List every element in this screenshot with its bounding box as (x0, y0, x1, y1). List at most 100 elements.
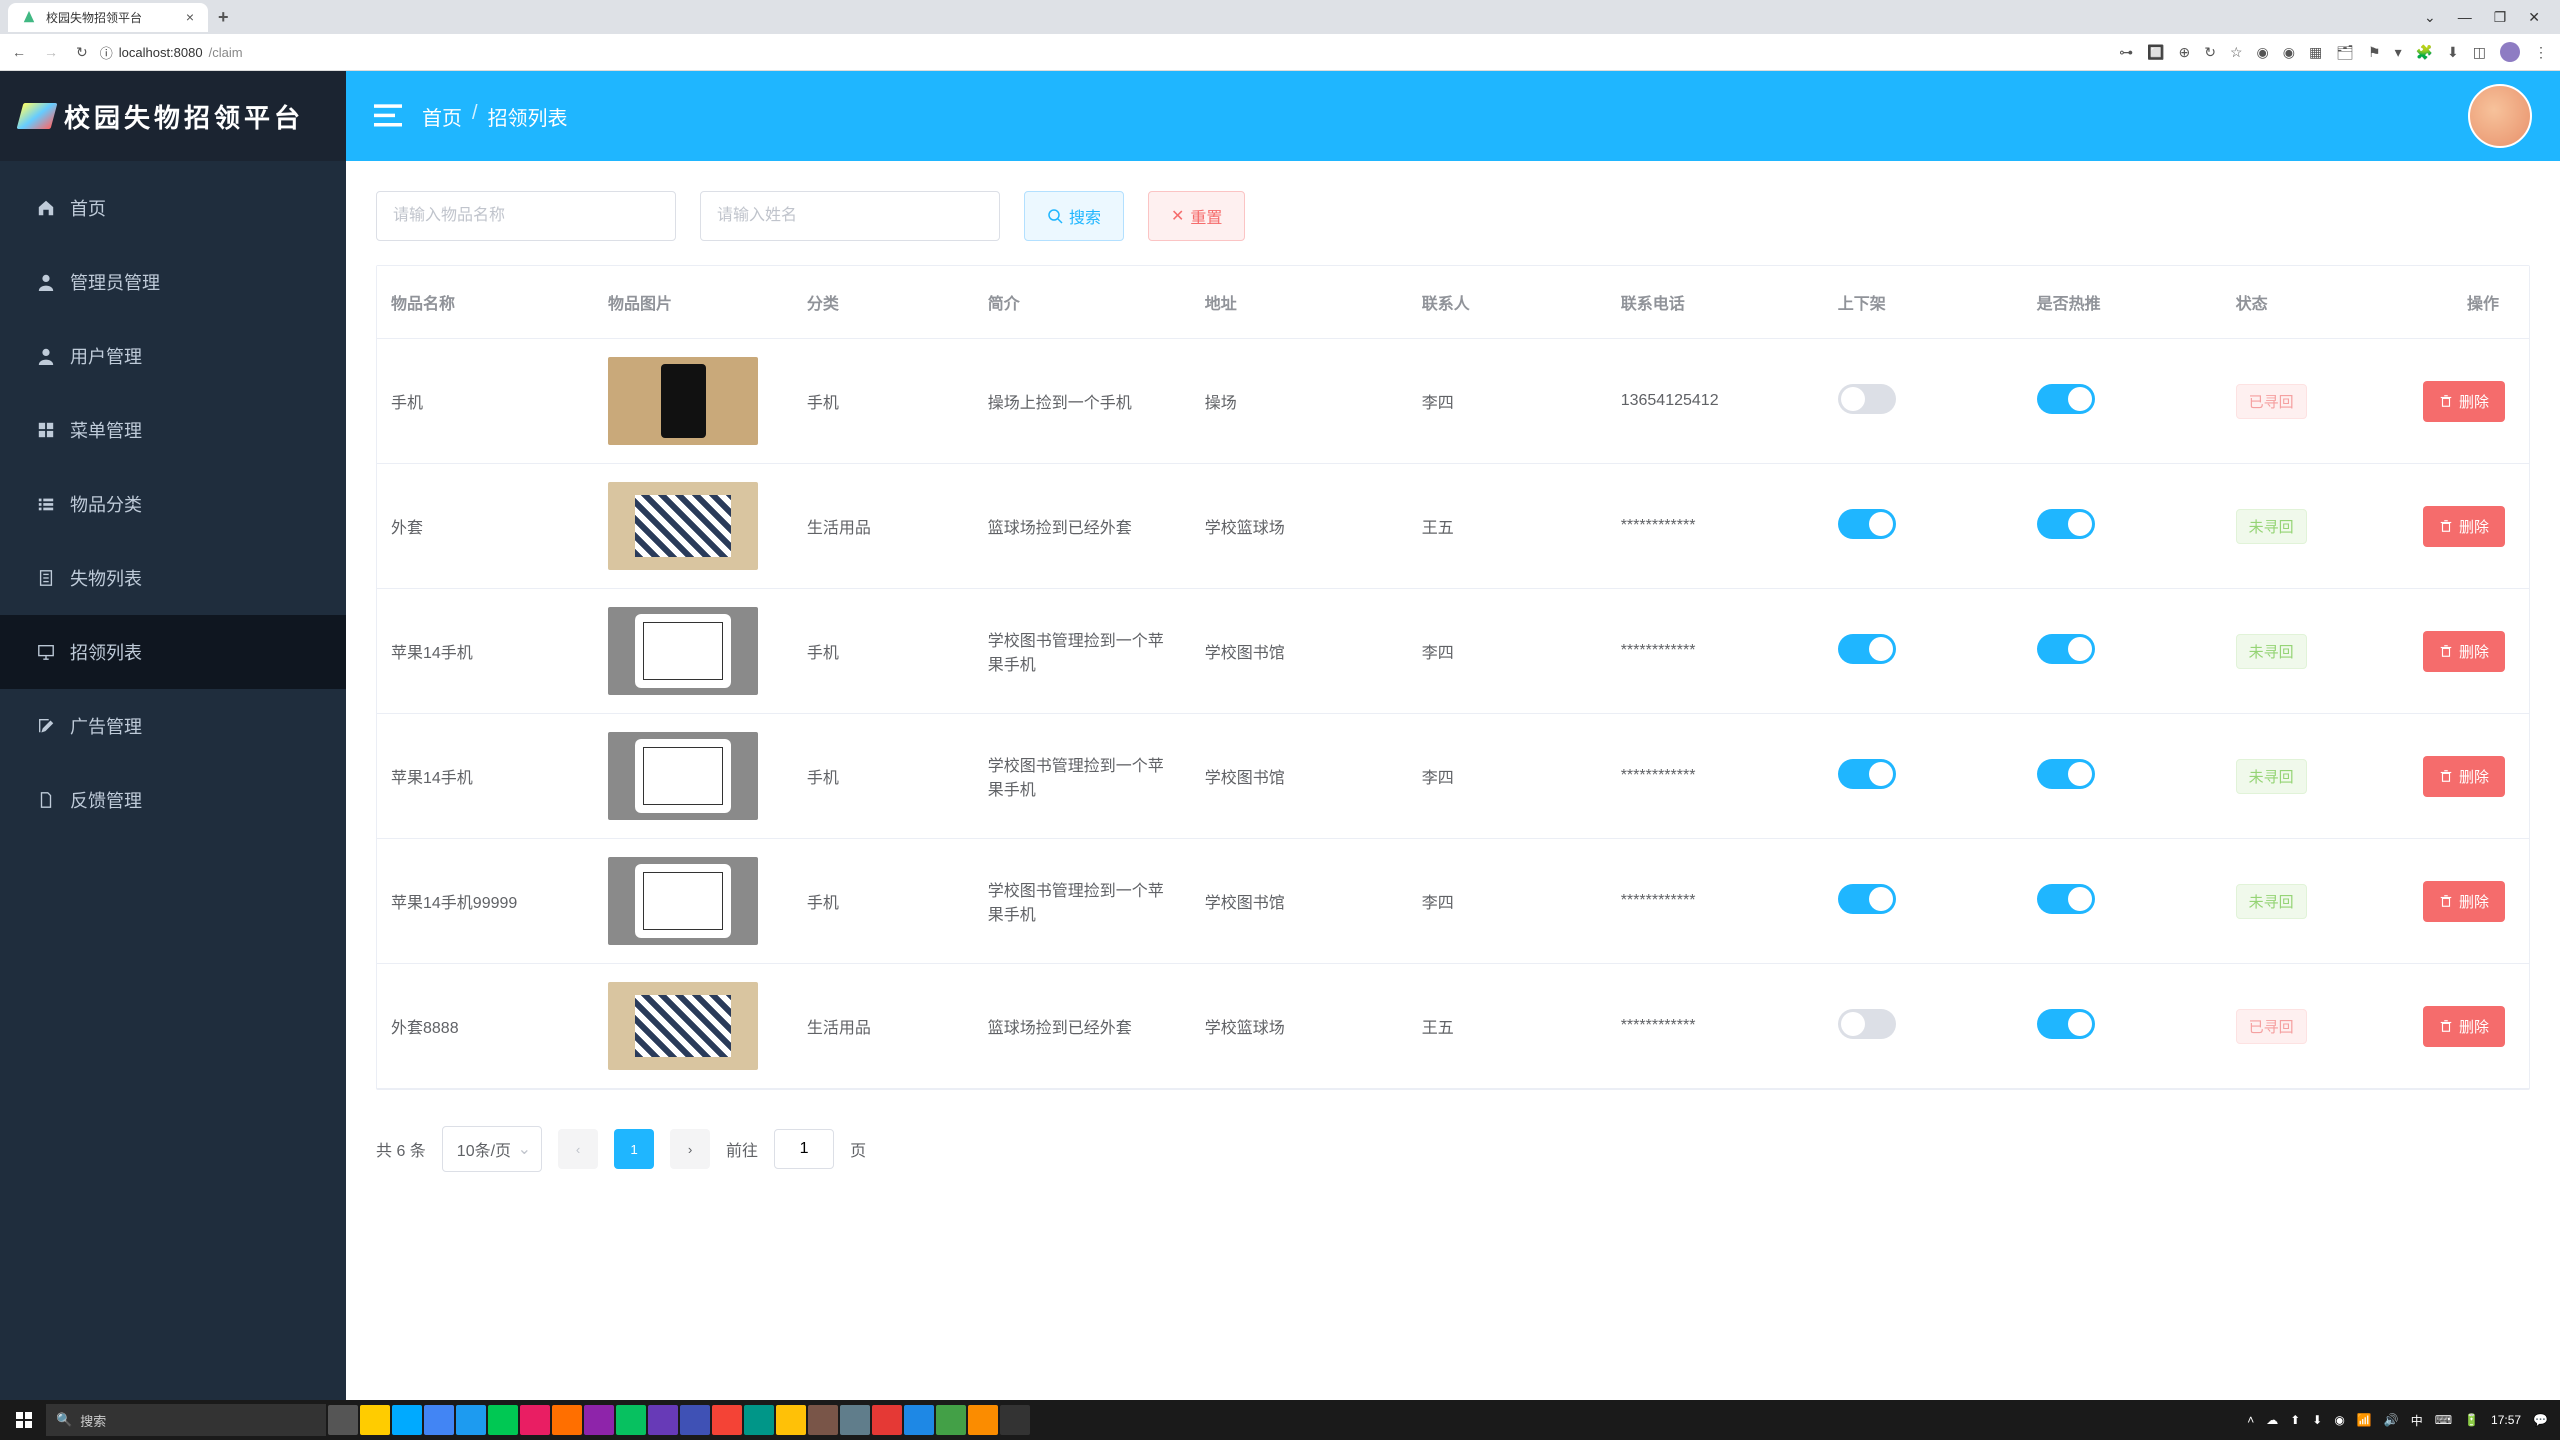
tray-icon[interactable]: ☁ (2266, 1413, 2278, 1427)
updown-switch[interactable] (1838, 884, 1896, 914)
taskbar-app-icon[interactable] (712, 1405, 742, 1435)
ext-icon[interactable]: ▾ (2395, 44, 2402, 61)
taskbar-app-icon[interactable] (936, 1405, 966, 1435)
tray-icon[interactable]: ˄ (2247, 1413, 2254, 1427)
prev-page-button[interactable]: ‹ (558, 1129, 598, 1169)
delete-button[interactable]: 删除 (2423, 881, 2505, 922)
taskbar-app-icon[interactable] (584, 1405, 614, 1435)
tray-icon[interactable]: ⬆ (2290, 1413, 2300, 1427)
taskbar-app-icon[interactable] (328, 1405, 358, 1435)
taskbar-app-icon[interactable] (488, 1405, 518, 1435)
back-icon[interactable]: ← (12, 44, 26, 61)
hot-switch[interactable] (2037, 384, 2095, 414)
avatar[interactable] (2468, 84, 2532, 148)
tray-icon[interactable]: ◉ (2334, 1413, 2344, 1427)
taskbar-app-icon[interactable] (424, 1405, 454, 1435)
delete-button[interactable]: 删除 (2423, 631, 2505, 672)
delete-button[interactable]: 删除 (2423, 381, 2505, 422)
hot-switch[interactable] (2037, 1009, 2095, 1039)
reset-button[interactable]: ✕ 重置 (1148, 191, 1245, 241)
tray-icon[interactable]: 📶 (2357, 1413, 2372, 1427)
window-maximize-icon[interactable]: ❐ (2494, 9, 2507, 26)
ext-icon[interactable]: ⚑ (2368, 44, 2381, 61)
tray-icon[interactable]: ⬇ (2312, 1413, 2322, 1427)
ext-icon[interactable]: ◉ (2283, 44, 2295, 61)
profile-icon[interactable] (2500, 42, 2520, 62)
taskbar-app-icon[interactable] (552, 1405, 582, 1435)
new-tab-button[interactable]: + (218, 7, 229, 28)
page-size-select[interactable]: 10条/页 ⌄ (442, 1126, 542, 1172)
item-name-input[interactable] (376, 191, 676, 241)
goto-page-input[interactable] (774, 1129, 834, 1169)
taskbar-app-icon[interactable] (840, 1405, 870, 1435)
updown-switch[interactable] (1838, 634, 1896, 664)
ext-icon[interactable]: 🗂 (2336, 44, 2354, 61)
menu-icon[interactable]: ⋮ (2534, 44, 2548, 61)
ext-icon[interactable]: ◉ (2257, 44, 2269, 61)
taskbar-app-icon[interactable] (808, 1405, 838, 1435)
window-dropdown-icon[interactable]: ⌄ (2424, 9, 2436, 26)
page-number-button[interactable]: 1 (614, 1129, 654, 1169)
item-image[interactable] (608, 982, 758, 1070)
ext-icon[interactable]: ▦ (2309, 44, 2322, 61)
taskbar-app-icon[interactable] (904, 1405, 934, 1435)
taskbar-app-icon[interactable] (968, 1405, 998, 1435)
updown-switch[interactable] (1838, 509, 1896, 539)
start-button[interactable] (4, 1400, 44, 1440)
taskbar-app-icon[interactable] (776, 1405, 806, 1435)
delete-button[interactable]: 删除 (2423, 1006, 2505, 1047)
tray-ime[interactable]: 中 (2411, 1412, 2423, 1429)
ext-icon[interactable]: ⊕ (2179, 44, 2191, 61)
taskbar-app-icon[interactable] (360, 1405, 390, 1435)
sidebar-item[interactable]: 首页 (0, 171, 346, 245)
item-image[interactable] (608, 857, 758, 945)
logo[interactable]: 校园失物招领平台 (0, 71, 346, 161)
sidebar-item[interactable]: 用户管理 (0, 319, 346, 393)
close-icon[interactable]: × (186, 9, 194, 25)
item-image[interactable] (608, 607, 758, 695)
ext-icon[interactable]: 🧩 (2416, 44, 2433, 61)
item-image[interactable] (608, 357, 758, 445)
sidebar-item[interactable]: 失物列表 (0, 541, 346, 615)
sidebar-item[interactable]: 广告管理 (0, 689, 346, 763)
clock[interactable]: 17:57 (2491, 1413, 2521, 1427)
search-button[interactable]: 搜索 (1024, 191, 1124, 241)
delete-button[interactable]: 删除 (2423, 756, 2505, 797)
updown-switch[interactable] (1838, 384, 1896, 414)
taskbar-app-icon[interactable] (872, 1405, 902, 1435)
ext-icon[interactable]: 🔲 (2147, 44, 2164, 61)
forward-icon[interactable]: → (44, 44, 58, 61)
tray-icon[interactable]: 🔊 (2384, 1413, 2399, 1427)
reload-icon[interactable]: ↻ (76, 44, 88, 61)
browser-tab[interactable]: 校园失物招领平台 × (8, 3, 208, 32)
notification-icon[interactable]: 💬 (2533, 1413, 2548, 1427)
sidebar-item[interactable]: 反馈管理 (0, 763, 346, 837)
taskbar-app-icon[interactable] (648, 1405, 678, 1435)
updown-switch[interactable] (1838, 1009, 1896, 1039)
window-close-icon[interactable]: ✕ (2528, 9, 2540, 26)
hot-switch[interactable] (2037, 759, 2095, 789)
ext-icon[interactable]: ◫ (2473, 44, 2486, 61)
taskbar-app-icon[interactable] (456, 1405, 486, 1435)
ext-icon[interactable]: ⊶ (2119, 44, 2133, 61)
taskbar-app-icon[interactable] (520, 1405, 550, 1435)
window-minimize-icon[interactable]: — (2458, 9, 2472, 26)
taskbar-app-icon[interactable] (616, 1405, 646, 1435)
taskbar-app-icon[interactable] (1000, 1405, 1030, 1435)
sidebar-item[interactable]: 招领列表 (0, 615, 346, 689)
ext-icon[interactable]: ↻ (2204, 44, 2216, 61)
taskbar-search[interactable]: 🔍 搜索 (46, 1404, 326, 1436)
taskbar-app-icon[interactable] (744, 1405, 774, 1435)
url-input[interactable]: ⓘ localhost:8080/claim (100, 43, 2107, 62)
hot-switch[interactable] (2037, 884, 2095, 914)
tray-icon[interactable]: ⌨ (2435, 1413, 2452, 1427)
updown-switch[interactable] (1838, 759, 1896, 789)
hot-switch[interactable] (2037, 509, 2095, 539)
contact-name-input[interactable] (700, 191, 1000, 241)
tray-icon[interactable]: 🔋 (2464, 1413, 2479, 1427)
sidebar-item[interactable]: 菜单管理 (0, 393, 346, 467)
ext-icon[interactable]: ⬇ (2447, 44, 2459, 61)
next-page-button[interactable]: › (670, 1129, 710, 1169)
taskbar-app-icon[interactable] (392, 1405, 422, 1435)
taskbar-app-icon[interactable] (680, 1405, 710, 1435)
